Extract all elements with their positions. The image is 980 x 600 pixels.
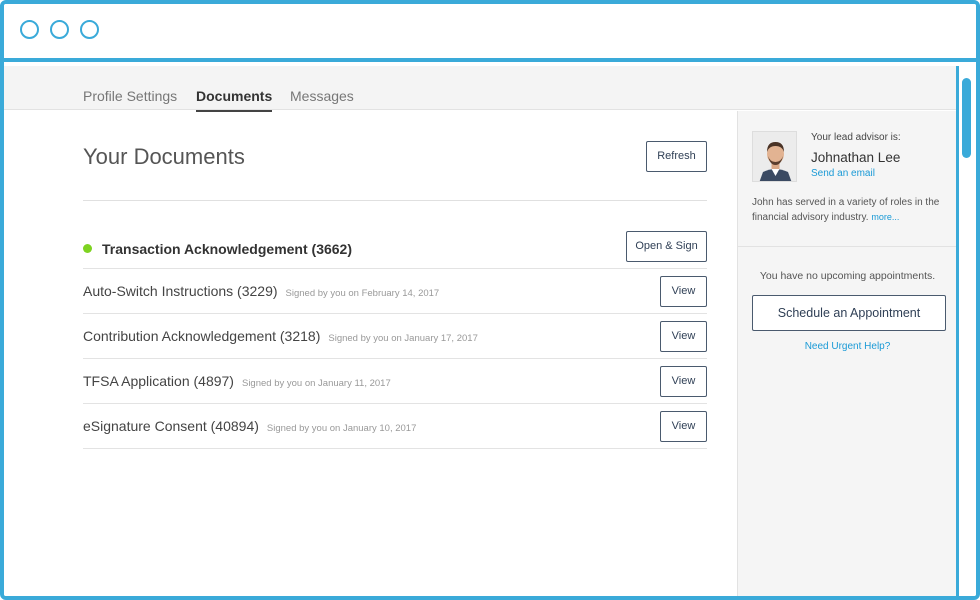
document-name[interactable]: Contribution Acknowledgement (3218) Signe… — [83, 328, 478, 344]
tab-profile-settings[interactable]: Profile Settings — [83, 88, 177, 104]
document-title[interactable]: TFSA Application (4897) — [83, 373, 234, 389]
page-title: Your Documents — [83, 144, 245, 169]
document-row: eSignature Consent (40894) Signed by you … — [83, 404, 707, 449]
window-titlebar — [4, 4, 976, 62]
advisor-avatar — [752, 131, 797, 182]
row-divider — [83, 448, 707, 449]
more-link[interactable]: more... — [871, 212, 899, 222]
minimize-window-icon[interactable] — [50, 20, 69, 39]
refresh-button[interactable]: Refresh — [646, 141, 707, 172]
schedule-appointment-button[interactable]: Schedule an Appointment — [752, 295, 946, 331]
maximize-window-icon[interactable] — [80, 20, 99, 39]
signed-date: Signed by you on January 10, 2017 — [266, 423, 417, 434]
document-row: Contribution Acknowledgement (3218) Signe… — [83, 314, 707, 359]
tab-bar: Profile Settings Documents Messages — [4, 66, 956, 112]
pending-status-dot-icon — [83, 244, 92, 253]
document-title[interactable]: eSignature Consent (40894) — [83, 418, 259, 434]
scrollbar-thumb[interactable] — [962, 78, 971, 158]
open-and-sign-button[interactable]: Open & Sign — [626, 231, 707, 262]
advisor-bio: John has served in a variety of roles in… — [752, 195, 948, 225]
advisor-label: Your lead advisor is: — [811, 132, 901, 143]
advisor-sidebar: Your lead advisor is: Johnathan Lee Send… — [737, 111, 957, 596]
view-button[interactable]: View — [660, 276, 707, 307]
close-window-icon[interactable] — [20, 20, 39, 39]
view-button[interactable]: View — [660, 321, 707, 352]
no-appointments-text: You have no upcoming appointments. — [759, 270, 936, 282]
send-email-link[interactable]: Send an email — [811, 168, 875, 179]
view-button[interactable]: View — [660, 366, 707, 397]
document-title[interactable]: Auto-Switch Instructions (3229) — [83, 283, 278, 299]
signed-date: Signed by you on January 11, 2017 — [241, 378, 391, 389]
signed-date: Signed by you on February 14, 2017 — [285, 288, 440, 299]
sidebar-divider — [738, 246, 957, 247]
tab-documents[interactable]: Documents — [196, 88, 273, 112]
browser-window: Profile Settings Documents Messages Your… — [0, 0, 980, 600]
document-name[interactable]: TFSA Application (4897) Signed by you on … — [83, 373, 391, 389]
document-title[interactable]: Contribution Acknowledgement (3218) — [83, 328, 320, 344]
document-row: Auto-Switch Instructions (3229) Signed by… — [83, 269, 707, 314]
signed-date: Signed by you on January 17, 2017 — [328, 333, 478, 344]
document-row: TFSA Application (4897) Signed by you on … — [83, 359, 707, 404]
urgent-help-link[interactable]: Need Urgent Help? — [738, 341, 957, 352]
vertical-scrollbar[interactable] — [956, 66, 976, 596]
document-name[interactable]: Auto-Switch Instructions (3229) Signed by… — [83, 283, 439, 299]
main-content: Profile Settings Documents Messages Your… — [4, 66, 957, 596]
advisor-name: Johnathan Lee — [811, 150, 901, 165]
tab-messages[interactable]: Messages — [290, 88, 354, 104]
advisor-photo-icon — [753, 132, 796, 181]
divider — [83, 200, 707, 201]
document-name[interactable]: eSignature Consent (40894) Signed by you … — [83, 418, 416, 434]
pending-document-name[interactable]: Transaction Acknowledgement (3662) — [102, 241, 352, 257]
pending-document-row: Transaction Acknowledgement (3662) Open … — [83, 231, 707, 269]
view-button[interactable]: View — [660, 411, 707, 442]
advisor-bio-text: John has served in a variety of roles in… — [752, 197, 940, 223]
